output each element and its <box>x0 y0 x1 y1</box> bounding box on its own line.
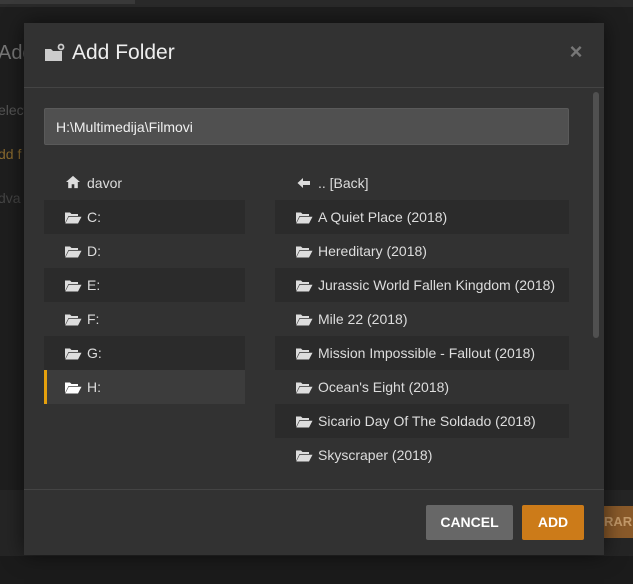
folder-open-icon <box>65 314 82 326</box>
scrollbar[interactable] <box>590 88 600 488</box>
folder-label: Ocean's Eight (2018) <box>318 379 450 395</box>
drive-label: F: <box>87 311 100 327</box>
folder-item[interactable]: Mission Impossible - Fallout (2018) <box>275 336 569 370</box>
folder-open-icon <box>296 450 313 462</box>
folder-label: Skyscraper (2018) <box>318 447 433 463</box>
folder-open-icon <box>296 246 313 258</box>
folder-open-icon <box>296 416 313 428</box>
drive-label: E: <box>87 277 101 293</box>
folder-open-icon <box>296 382 313 394</box>
drive-item-g[interactable]: G: <box>44 336 245 370</box>
home-icon <box>66 175 80 189</box>
background-add-link: dd f <box>0 146 22 162</box>
folder-item[interactable]: Hereditary (2018) <box>275 234 569 268</box>
drive-list: davor C: D: E: F: G: H: <box>44 166 245 404</box>
folder-open-icon <box>296 212 313 224</box>
folder-item[interactable]: Mile 22 (2018) <box>275 302 569 336</box>
drive-label: davor <box>87 175 123 191</box>
background-advanced-text: dva <box>0 190 21 206</box>
folder-item-back[interactable]: .. [Back] <box>275 166 569 200</box>
folder-label: Sicario Day Of The Soldado (2018) <box>318 413 536 429</box>
folder-item[interactable]: Skyscraper (2018) <box>275 438 569 472</box>
folder-label: Jurassic World Fallen Kingdom (2018) <box>318 277 556 293</box>
drive-item-home[interactable]: davor <box>44 166 245 200</box>
arrow-left-icon <box>297 178 310 188</box>
drive-label: H: <box>87 379 101 395</box>
folder-path-input[interactable] <box>44 108 569 145</box>
folder-open-icon <box>296 348 313 360</box>
folder-label: A Quiet Place (2018) <box>318 209 448 225</box>
drive-label: C: <box>87 209 101 225</box>
add-folder-dialog: Add Folder × davor C: D: E: F: <box>24 23 604 555</box>
add-button[interactable]: ADD <box>522 505 584 540</box>
background-top-strip <box>0 0 633 7</box>
folder-open-icon <box>65 280 82 292</box>
folder-add-icon <box>45 43 65 61</box>
folder-open-icon <box>296 280 313 292</box>
background-bottom-bar <box>0 556 633 584</box>
folder-list: .. [Back] A Quiet Place (2018) Hereditar… <box>275 166 569 472</box>
folder-open-icon <box>65 348 82 360</box>
close-button[interactable]: × <box>568 41 584 63</box>
folder-open-icon <box>65 246 82 258</box>
drive-item-e[interactable]: E: <box>44 268 245 302</box>
background-add-library-button: RAR <box>604 506 633 538</box>
background-tab-highlight <box>0 0 135 4</box>
drive-label: D: <box>87 243 101 259</box>
folder-label: Hereditary (2018) <box>318 243 427 259</box>
dialog-header: Add Folder × <box>24 23 604 88</box>
folder-open-icon <box>296 314 313 326</box>
dialog-body: davor C: D: E: F: G: <box>24 88 604 488</box>
scrollbar-thumb[interactable] <box>593 92 599 338</box>
folder-label: .. [Back] <box>318 175 369 191</box>
dialog-footer: CANCEL ADD <box>24 489 604 555</box>
cancel-button[interactable]: CANCEL <box>426 505 513 540</box>
folder-label: Mission Impossible - Fallout (2018) <box>318 345 536 361</box>
folder-open-icon <box>65 212 82 224</box>
folder-item[interactable]: Ocean's Eight (2018) <box>275 370 569 404</box>
drive-item-c[interactable]: C: <box>44 200 245 234</box>
folder-open-icon <box>65 382 82 394</box>
drive-label: G: <box>87 345 102 361</box>
folder-item[interactable]: Jurassic World Fallen Kingdom (2018) <box>275 268 569 302</box>
folder-item[interactable]: A Quiet Place (2018) <box>275 200 569 234</box>
folder-label: Mile 22 (2018) <box>318 311 408 327</box>
dialog-title: Add Folder <box>72 41 175 64</box>
drive-item-f[interactable]: F: <box>44 302 245 336</box>
drive-item-h[interactable]: H: <box>44 370 245 404</box>
drive-item-d[interactable]: D: <box>44 234 245 268</box>
folder-item[interactable]: Sicario Day Of The Soldado (2018) <box>275 404 569 438</box>
